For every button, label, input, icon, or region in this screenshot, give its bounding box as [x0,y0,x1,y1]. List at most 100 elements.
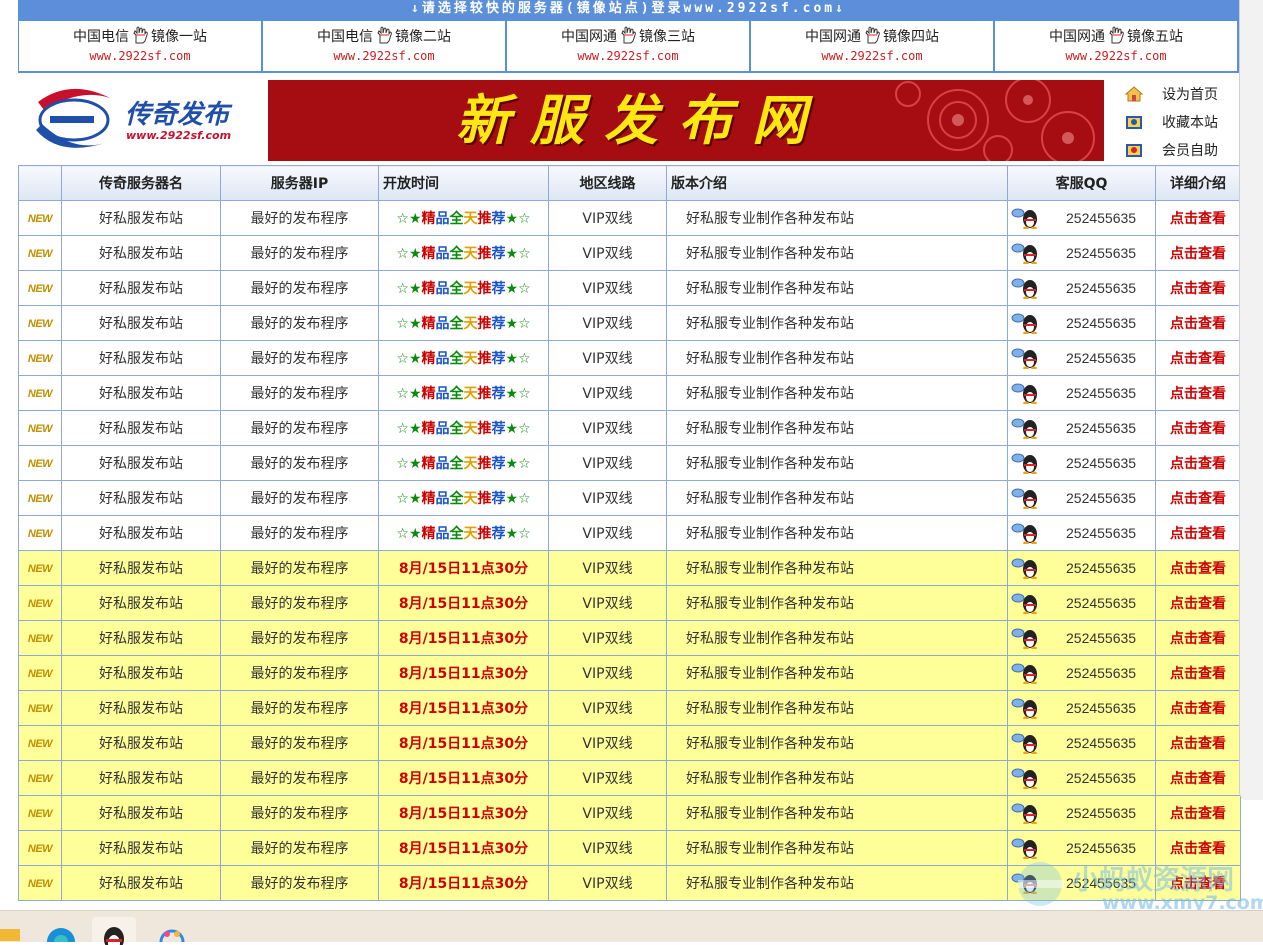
app-icon[interactable] [157,926,187,942]
view-details-link[interactable]: 点击查看 [1170,561,1226,577]
mirror-url-link[interactable]: www.2922sf.com [507,49,749,63]
sidelink-home[interactable]: 设为首页 [1124,80,1238,108]
server-name[interactable]: 好私服发布站 [61,830,221,866]
view-details-link[interactable]: 点击查看 [1170,841,1226,857]
view-details-link[interactable]: 点击查看 [1170,246,1226,262]
view-details-link[interactable]: 点击查看 [1170,386,1226,402]
server-name[interactable]: 好私服发布站 [61,235,221,271]
qq-cell[interactable]: 252455635 [1007,865,1156,901]
view-details-link[interactable]: 点击查看 [1170,526,1226,542]
qq-cell[interactable]: 252455635 [1007,235,1156,271]
mirror-site-2[interactable]: 中国电信 镜像二站 www.2922sf.com [263,21,507,71]
server-name[interactable]: 好私服发布站 [61,725,221,761]
server-name[interactable]: 好私服发布站 [61,515,221,551]
server-name[interactable]: 好私服发布站 [61,200,221,236]
server-name[interactable]: 好私服发布站 [61,865,221,901]
qq-cell[interactable]: 252455635 [1007,445,1156,481]
view-details-link[interactable]: 点击查看 [1170,421,1226,437]
view-details-link[interactable]: 点击查看 [1170,456,1226,472]
server-name[interactable]: 好私服发布站 [61,445,221,481]
server-name[interactable]: 好私服发布站 [61,270,221,306]
recommend-char: ☆ [518,316,531,332]
site-logo[interactable]: 传奇发布 www.2922sf.com [30,80,252,160]
view-details-link[interactable]: 点击查看 [1170,736,1226,752]
edge-browser-icon[interactable] [46,926,76,942]
mirror-url-link[interactable]: www.2922sf.com [19,49,261,63]
server-name[interactable]: 好私服发布站 [61,480,221,516]
view-details-link[interactable]: 点击查看 [1170,211,1226,227]
server-name[interactable]: 好私服发布站 [61,760,221,796]
qq-chat-icon [1011,698,1037,719]
view-details-link[interactable]: 点击查看 [1170,631,1226,647]
mirror-url-link[interactable]: www.2922sf.com [995,49,1237,63]
new-badge: NEW [27,458,53,470]
qq-cell[interactable]: 252455635 [1007,620,1156,656]
mirror-site-5[interactable]: 中国网通 镜像五站 www.2922sf.com [995,21,1239,71]
sidelink-label: 收藏本站 [1162,115,1218,131]
qq-chat-icon [1011,208,1037,229]
new-badge: NEW [27,318,53,330]
view-details-link[interactable]: 点击查看 [1170,316,1226,332]
qq-chat-icon [1011,418,1037,439]
qq-cell[interactable]: 252455635 [1007,725,1156,761]
new-badge: NEW [27,353,53,365]
recommend-char: 荐 [491,316,506,332]
qq-cell[interactable]: 252455635 [1007,550,1156,586]
qq-taskbar-button[interactable] [92,917,136,945]
qq-cell[interactable]: 252455635 [1007,340,1156,376]
mirror-site-3[interactable]: 中国网通 镜像三站 www.2922sf.com [507,21,751,71]
view-details-link[interactable]: 点击查看 [1170,771,1226,787]
folder-icon[interactable] [0,927,20,941]
server-ip: 最好的发布程序 [220,690,379,726]
qq-cell[interactable]: 252455635 [1007,480,1156,516]
view-details-link[interactable]: 点击查看 [1170,876,1226,892]
region-line: VIP双线 [548,585,667,621]
qq-cell[interactable]: 252455635 [1007,375,1156,411]
server-name[interactable]: 好私服发布站 [61,410,221,446]
mirror-url-link[interactable]: www.2922sf.com [751,49,993,63]
qq-cell[interactable]: 252455635 [1007,200,1156,236]
qq-cell[interactable]: 252455635 [1007,655,1156,691]
version-intro: 好私服专业制作各种发布站 [666,655,1008,691]
open-time-cell: ☆★精品全天推荐★☆ [378,515,549,551]
server-name[interactable]: 好私服发布站 [61,550,221,586]
view-details-link[interactable]: 点击查看 [1170,806,1226,822]
server-name[interactable]: 好私服发布站 [61,795,221,831]
qq-number: 252455635 [1066,280,1137,296]
mirror-site-4[interactable]: 中国网通 镜像四站 www.2922sf.com [751,21,995,71]
version-intro: 好私服专业制作各种发布站 [666,585,1008,621]
qq-cell[interactable]: 252455635 [1007,305,1156,341]
qq-cell[interactable]: 252455635 [1007,690,1156,726]
server-name[interactable]: 好私服发布站 [61,690,221,726]
qq-cell[interactable]: 252455635 [1007,515,1156,551]
qq-cell[interactable]: 252455635 [1007,270,1156,306]
qq-cell[interactable]: 252455635 [1007,760,1156,796]
view-details-link[interactable]: 点击查看 [1170,596,1226,612]
new-badge-cell: NEW [18,760,62,796]
qq-number: 252455635 [1066,770,1137,786]
qq-cell[interactable]: 252455635 [1007,830,1156,866]
sidelink-bookmark[interactable]: 收藏本站 [1124,108,1238,136]
view-details-link[interactable]: 点击查看 [1170,281,1226,297]
qq-cell[interactable]: 252455635 [1007,795,1156,831]
server-name[interactable]: 好私服发布站 [61,375,221,411]
qq-cell[interactable]: 252455635 [1007,585,1156,621]
qq-cell[interactable]: 252455635 [1007,410,1156,446]
version-intro: 好私服专业制作各种发布站 [666,305,1008,341]
recommend-char: ★ [408,386,422,402]
view-details-link[interactable]: 点击查看 [1170,491,1226,507]
server-name[interactable]: 好私服发布站 [61,340,221,376]
server-name[interactable]: 好私服发布站 [61,655,221,691]
server-name[interactable]: 好私服发布站 [61,620,221,656]
region-line: VIP双线 [548,270,667,306]
view-details-link[interactable]: 点击查看 [1170,701,1226,717]
view-details-link[interactable]: 点击查看 [1170,351,1226,367]
mirror-site-1[interactable]: 中国电信 镜像一站 www.2922sf.com [19,21,263,71]
sidelink-member[interactable]: 会员自助 [1124,136,1238,164]
new-badge-cell: NEW [18,445,62,481]
view-details-link[interactable]: 点击查看 [1170,666,1226,682]
server-name[interactable]: 好私服发布站 [61,585,221,621]
server-name[interactable]: 好私服发布站 [61,305,221,341]
mirror-url-link[interactable]: www.2922sf.com [263,49,505,63]
new-badge-cell: NEW [18,480,62,516]
